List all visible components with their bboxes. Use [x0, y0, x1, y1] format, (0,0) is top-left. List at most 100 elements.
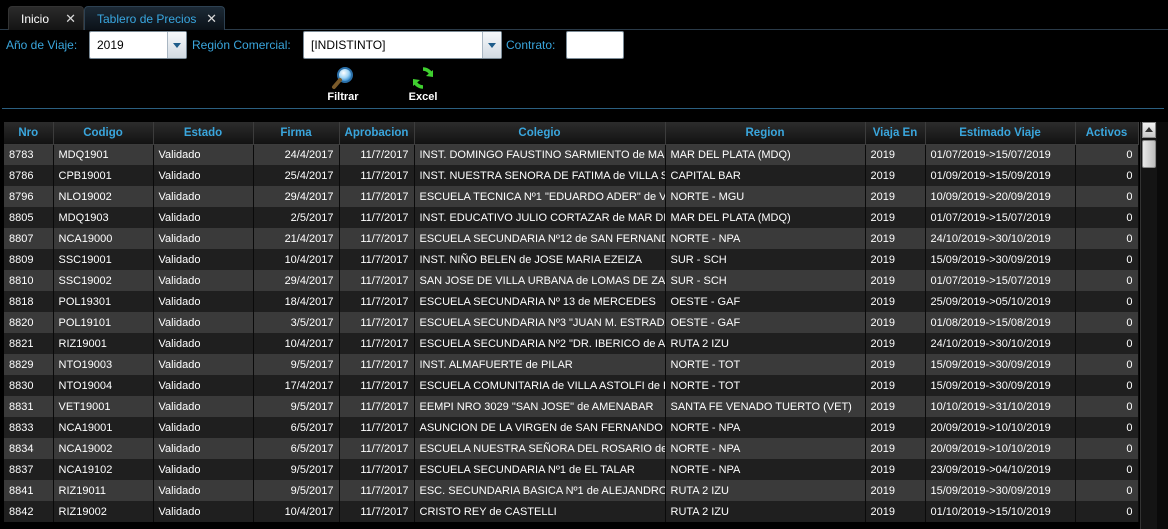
cell-viaja-en: 2019 — [865, 186, 926, 207]
cell-firma: 10/4/2017 — [253, 501, 340, 522]
tab-bar: Inicio ✕ Tablero de Precios ✕ — [0, 0, 1168, 30]
anio-select[interactable]: 2019 — [89, 31, 187, 59]
cell-colegio: ESCUELA TECNICA Nº1 "EDUARDO ADER" de VI… — [414, 186, 666, 207]
table-row[interactable]: 8841 RIZ19011 Validado 9/5/2017 11/7/2017 ESC… — [4, 480, 1139, 501]
cell-estimado-viaje: 01/08/2019->15/08/2019 — [925, 312, 1076, 333]
cell-activos: 0 — [1075, 291, 1139, 312]
table-row[interactable]: 8807 NCA19000 Validado 21/4/2017 11/7/2017 ES… — [4, 228, 1139, 249]
cell-viaja-en: 2019 — [865, 144, 926, 165]
cell-region: OESTE - GAF — [665, 312, 866, 333]
cell-aprobacion: 11/7/2017 — [339, 228, 415, 249]
table-row[interactable]: 8783 MDQ1901 Validado 24/4/2017 11/7/2017 INS… — [4, 144, 1139, 165]
col-header-firma[interactable]: Firma — [253, 122, 340, 145]
cell-estimado-viaje: 01/07/2019->15/07/2019 — [925, 207, 1076, 228]
table-row[interactable]: 8831 VET19001 Validado 9/5/2017 11/7/2017 EEM… — [4, 396, 1139, 417]
cell-viaja-en: 2019 — [865, 312, 926, 333]
table-row[interactable]: 8809 SSC19001 Validado 10/4/2017 11/7/2017 IN… — [4, 249, 1139, 270]
cell-region: NORTE - NPA — [665, 228, 866, 249]
table-row[interactable]: 8805 MDQ1903 Validado 2/5/2017 11/7/2017 INST… — [4, 207, 1139, 228]
table-row[interactable]: 8833 NCA19001 Validado 6/5/2017 11/7/2017 ASU… — [4, 417, 1139, 438]
excel-label: Excel — [408, 91, 438, 103]
close-icon[interactable]: ✕ — [65, 11, 76, 27]
cell-firma: 3/5/2017 — [253, 312, 340, 333]
cell-firma: 29/4/2017 — [253, 270, 340, 291]
col-header-region[interactable]: Region — [665, 122, 866, 145]
scroll-up-icon[interactable] — [1142, 122, 1156, 138]
chevron-down-icon[interactable] — [482, 32, 501, 58]
tab-inicio-label: Inicio — [21, 11, 50, 26]
cell-estado: Validado — [153, 417, 254, 438]
table-row[interactable]: 8786 CPB19001 Validado 25/4/2017 11/7/2017 IN… — [4, 165, 1139, 186]
cell-colegio: EEMPI NRO 3029 "SAN JOSE" de AMENABAR — [414, 396, 666, 417]
cell-firma: 6/5/2017 — [253, 417, 340, 438]
region-label: Región Comercial: — [192, 38, 291, 52]
tab-inicio[interactable]: Inicio ✕ — [8, 6, 84, 30]
table-row[interactable]: 8810 SSC19002 Validado 29/4/2017 11/7/2017 SA… — [4, 270, 1139, 291]
chevron-down-icon[interactable] — [167, 32, 186, 58]
col-header-activos[interactable]: Activos — [1075, 122, 1139, 145]
excel-button[interactable]: Excel — [402, 66, 444, 106]
cell-codigo: NCA19002 — [53, 438, 154, 459]
filtrar-button[interactable]: Filtrar — [322, 66, 364, 106]
cell-estimado-viaje: 10/10/2019->31/10/2019 — [925, 396, 1076, 417]
col-header-nro[interactable]: Nro — [4, 122, 54, 145]
cell-region: NORTE - NPA — [665, 417, 866, 438]
contrato-input[interactable] — [566, 31, 624, 59]
table-row[interactable]: 8830 NTO19004 Validado 17/4/2017 11/7/2017 ES… — [4, 375, 1139, 396]
cell-aprobacion: 11/7/2017 — [339, 165, 415, 186]
cell-aprobacion: 11/7/2017 — [339, 459, 415, 480]
cell-codigo: POL19301 — [53, 291, 154, 312]
cell-firma: 10/4/2017 — [253, 249, 340, 270]
cell-codigo: NTO19003 — [53, 354, 154, 375]
cell-aprobacion: 11/7/2017 — [339, 438, 415, 459]
cell-viaja-en: 2019 — [865, 333, 926, 354]
table-row[interactable]: 8796 NLO19002 Validado 29/4/2017 11/7/2017 ES… — [4, 186, 1139, 207]
table-row[interactable]: 8829 NTO19003 Validado 9/5/2017 11/7/2017 INS… — [4, 354, 1139, 375]
col-header-colegio[interactable]: Colegio — [414, 122, 666, 145]
cell-region: RUTA 2 IZU — [665, 480, 866, 501]
cell-aprobacion: 11/7/2017 — [339, 270, 415, 291]
col-header-aprobacion[interactable]: Aprobacion — [339, 122, 415, 145]
cell-activos: 0 — [1075, 165, 1139, 186]
table-row[interactable]: 8821 RIZ19001 Validado 10/4/2017 11/7/2017 ES… — [4, 333, 1139, 354]
cell-activos: 0 — [1075, 375, 1139, 396]
cell-estimado-viaje: 01/07/2019->15/07/2019 — [925, 144, 1076, 165]
cell-activos: 0 — [1075, 438, 1139, 459]
cell-viaja-en: 2019 — [865, 270, 926, 291]
vertical-scrollbar[interactable] — [1140, 122, 1157, 529]
cell-estimado-viaje: 10/09/2019->20/09/2019 — [925, 186, 1076, 207]
cell-colegio: INST. EDUCATIVO JULIO CORTAZAR de MAR DE — [414, 207, 666, 228]
table-row[interactable]: 8820 POL19101 Validado 3/5/2017 11/7/2017 ESC… — [4, 312, 1139, 333]
cell-region: NORTE - NPA — [665, 459, 866, 480]
cell-activos: 0 — [1075, 396, 1139, 417]
cell-aprobacion: 11/7/2017 — [339, 480, 415, 501]
scroll-thumb[interactable] — [1142, 140, 1156, 168]
region-select[interactable]: [INDISTINTO] — [303, 31, 502, 59]
cell-viaja-en: 2019 — [865, 480, 926, 501]
cell-estimado-viaje: 20/09/2019->10/10/2019 — [925, 417, 1076, 438]
cell-estimado-viaje: 25/09/2019->05/10/2019 — [925, 291, 1076, 312]
cell-firma: 18/4/2017 — [253, 291, 340, 312]
cell-aprobacion: 11/7/2017 — [339, 144, 415, 165]
col-header-viaja-en[interactable]: Viaja En — [865, 122, 926, 145]
cell-estado: Validado — [153, 354, 254, 375]
table-row[interactable]: 8818 POL19301 Validado 18/4/2017 11/7/2017 ES… — [4, 291, 1139, 312]
cell-nro: 8829 — [4, 354, 54, 375]
cell-codigo: RIZ19001 — [53, 333, 154, 354]
cell-firma: 9/5/2017 — [253, 480, 340, 501]
cell-activos: 0 — [1075, 354, 1139, 375]
table-row[interactable]: 8834 NCA19002 Validado 6/5/2017 11/7/2017 ESC… — [4, 438, 1139, 459]
col-header-estado[interactable]: Estado — [153, 122, 254, 145]
tab-tablero-de-precios[interactable]: Tablero de Precios ✕ — [84, 6, 225, 30]
col-header-codigo[interactable]: Codigo — [53, 122, 154, 145]
table-row[interactable]: 8842 RIZ19002 Validado 10/4/2017 11/7/2017 CR… — [4, 501, 1139, 522]
close-icon[interactable]: ✕ — [206, 11, 217, 27]
cell-viaja-en: 2019 — [865, 417, 926, 438]
cell-codigo: NCA19001 — [53, 417, 154, 438]
cell-nro: 8807 — [4, 228, 54, 249]
cell-codigo: NTO19004 — [53, 375, 154, 396]
grid-header-row: Nro Codigo Estado Firma Aprobacion Coleg… — [4, 122, 1139, 145]
table-row[interactable]: 8837 NCA19102 Validado 9/5/2017 11/7/2017 ESC… — [4, 459, 1139, 480]
cell-estado: Validado — [153, 144, 254, 165]
col-header-estimado-viaje[interactable]: Estimado Viaje — [925, 122, 1076, 145]
